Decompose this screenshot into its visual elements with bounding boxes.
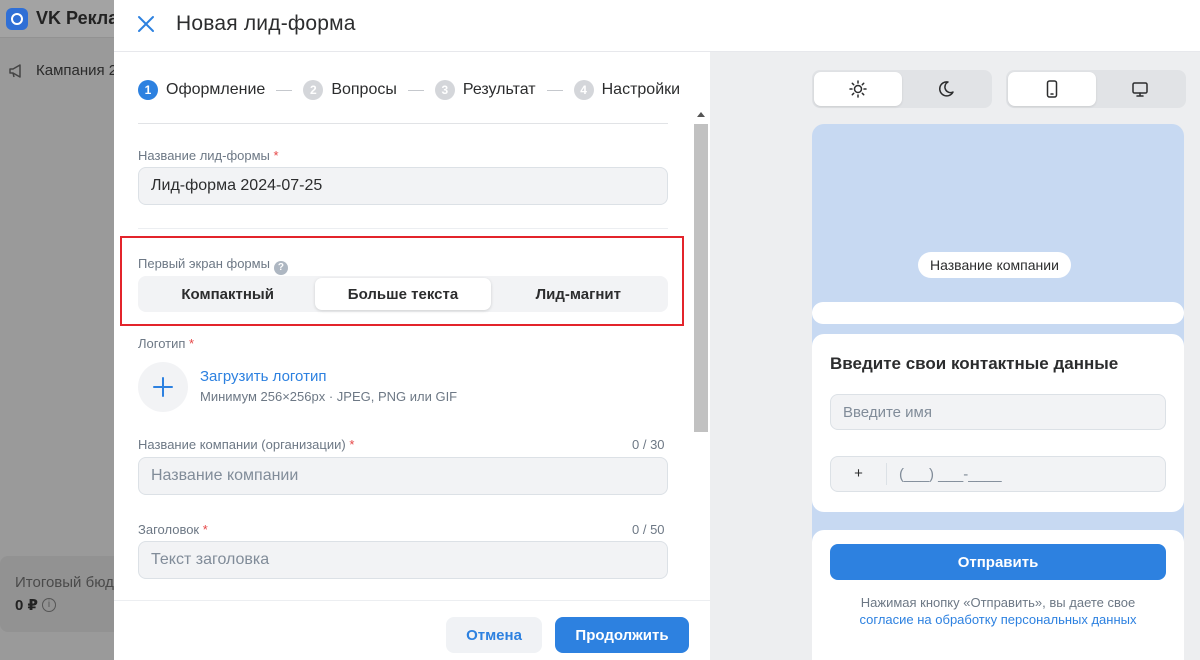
first-screen-label: Первый экран формы?: [138, 256, 288, 275]
form-editor-pane: 1 Оформление 2 Вопросы 3 Результат 4 Нас…: [114, 52, 710, 660]
upload-logo-hint: Минимум 256×256px · JPEG, PNG или GIF: [200, 389, 458, 404]
preview-pane: Название компании Введите свои контактны…: [710, 52, 1200, 660]
step-number: 2: [303, 80, 324, 100]
preview-submit-card: Отправить Нажимая кнопку «Отправить», вы…: [812, 530, 1184, 660]
scroll-up-arrow[interactable]: [697, 112, 705, 117]
desktop-icon: [1132, 82, 1148, 97]
phone-icon: [1046, 80, 1058, 98]
step-label: Настройки: [601, 81, 681, 98]
continue-button[interactable]: Продолжить: [555, 617, 689, 653]
consent-text: Нажимая кнопку «Отправить», вы даете сво…: [860, 595, 1136, 610]
cancel-button[interactable]: Отмена: [446, 617, 542, 653]
modal-footer: Отмена Продолжить: [114, 600, 710, 660]
form-name-input[interactable]: Лид-форма 2024-07-25: [138, 167, 668, 205]
step-number: 4: [573, 80, 594, 100]
step-label: Оформление: [166, 81, 266, 98]
preview-phone-input[interactable]: + (___) ___-____: [830, 456, 1166, 492]
step-separator: [546, 89, 563, 91]
megaphone-icon: [9, 63, 21, 78]
step-settings[interactable]: 4 Настройки: [573, 80, 681, 100]
preview-name-input[interactable]: Введите имя: [830, 394, 1166, 430]
modal-title: Новая лид-форма: [176, 12, 356, 35]
steps-bar: 1 Оформление 2 Вопросы 3 Результат 4 Нас…: [138, 80, 680, 100]
option-lead-magnet[interactable]: Лид-магнит: [491, 278, 666, 310]
phone-view-button[interactable]: [1008, 72, 1096, 106]
preview-submit-button[interactable]: Отправить: [830, 544, 1166, 580]
preview-text-card: [812, 302, 1184, 324]
background-budget-label: Итоговый бюд: [15, 574, 114, 591]
form-name-label-text: Название лид-формы: [138, 148, 270, 163]
sun-icon: [849, 80, 867, 98]
dark-theme-button[interactable]: [902, 72, 990, 106]
plus-icon: [153, 377, 173, 397]
step-separator: [276, 89, 293, 91]
company-name-label-text: Название компании (организации): [138, 437, 346, 452]
preview-contact-title: Введите свои контактные данные: [830, 354, 1119, 373]
heading-label-text: Заголовок: [138, 522, 200, 537]
close-icon: [138, 16, 154, 32]
theme-toggle: [812, 70, 992, 108]
step-label: Вопросы: [331, 81, 397, 98]
upload-logo-link[interactable]: Загрузить логотип: [200, 368, 326, 385]
first-screen-label-text: Первый экран формы: [138, 256, 270, 271]
option-more-text[interactable]: Больше текста: [315, 278, 491, 310]
logo-label-text: Логотип: [138, 336, 186, 351]
heading-counter: 0 / 50: [632, 522, 665, 537]
vk-ads-logo-mark: [11, 13, 23, 25]
section-divider: [138, 228, 668, 229]
moon-icon: [938, 81, 954, 97]
step-separator: [407, 89, 424, 91]
background-campaign-label: Кампания 2: [36, 62, 118, 79]
background-campaign-item: Кампания 2: [8, 62, 117, 79]
preview-consent-text: Нажимая кнопку «Отправить», вы даете сво…: [830, 594, 1166, 628]
consent-link[interactable]: согласие на обработку персональных данны…: [860, 612, 1137, 627]
heading-label: Заголовок *: [138, 522, 208, 537]
option-compact[interactable]: Компактный: [140, 278, 315, 310]
preview-phone-mask: (___) ___-____: [899, 465, 1002, 483]
required-marker: *: [273, 148, 279, 163]
step-design[interactable]: 1 Оформление: [138, 80, 265, 100]
company-name-counter: 0 / 30: [632, 437, 665, 452]
help-icon[interactable]: ?: [273, 261, 288, 275]
background-header: VK Рекла: [0, 0, 120, 38]
logo-label: Логотип *: [138, 336, 194, 351]
required-marker: *: [202, 522, 208, 537]
desktop-view-button[interactable]: [1096, 72, 1184, 106]
lead-form-modal: Новая лид-форма 1 Оформление 2 Вопросы 3…: [114, 0, 1200, 660]
step-result[interactable]: 3 Результат: [434, 80, 536, 100]
background-budget-value: 0 ₽ i: [15, 596, 56, 614]
form-name-label: Название лид-формы *: [138, 148, 279, 163]
background-budget-card: [0, 556, 120, 632]
scrollbar-thumb[interactable]: [694, 124, 708, 432]
upload-logo-button[interactable]: [138, 362, 188, 412]
company-name-input[interactable]: Название компании: [138, 457, 668, 495]
step-label: Результат: [462, 81, 536, 98]
required-marker: *: [349, 437, 355, 452]
steps-divider: [138, 123, 668, 124]
budget-amount: 0 ₽: [15, 597, 38, 614]
heading-input[interactable]: Текст заголовка: [138, 541, 668, 579]
step-number: 3: [434, 80, 455, 100]
background-app-title: VK Рекла: [36, 8, 119, 28]
phone-preview: Название компании Введите свои контактны…: [812, 124, 1184, 660]
required-marker: *: [189, 336, 195, 351]
first-screen-selector: Компактный Больше текста Лид-магнит: [138, 276, 668, 312]
preview-company-name: Название компании: [918, 252, 1071, 278]
step-questions[interactable]: 2 Вопросы: [303, 80, 397, 100]
step-number: 1: [138, 80, 158, 100]
preview-phone-code: +: [831, 463, 887, 485]
modal-header: Новая лид-форма: [114, 0, 1200, 52]
scrollbar[interactable]: [694, 112, 708, 658]
device-toggle: [1006, 70, 1186, 108]
light-theme-button[interactable]: [814, 72, 902, 106]
background-app: VK Рекла Кампания 2 Итоговый бюд 0 ₽ i: [0, 0, 120, 660]
preview-contact-card: Введите свои контактные данные Введите и…: [812, 334, 1184, 512]
close-button[interactable]: [134, 12, 158, 36]
company-name-label: Название компании (организации) *: [138, 437, 354, 452]
info-icon: i: [41, 598, 56, 612]
